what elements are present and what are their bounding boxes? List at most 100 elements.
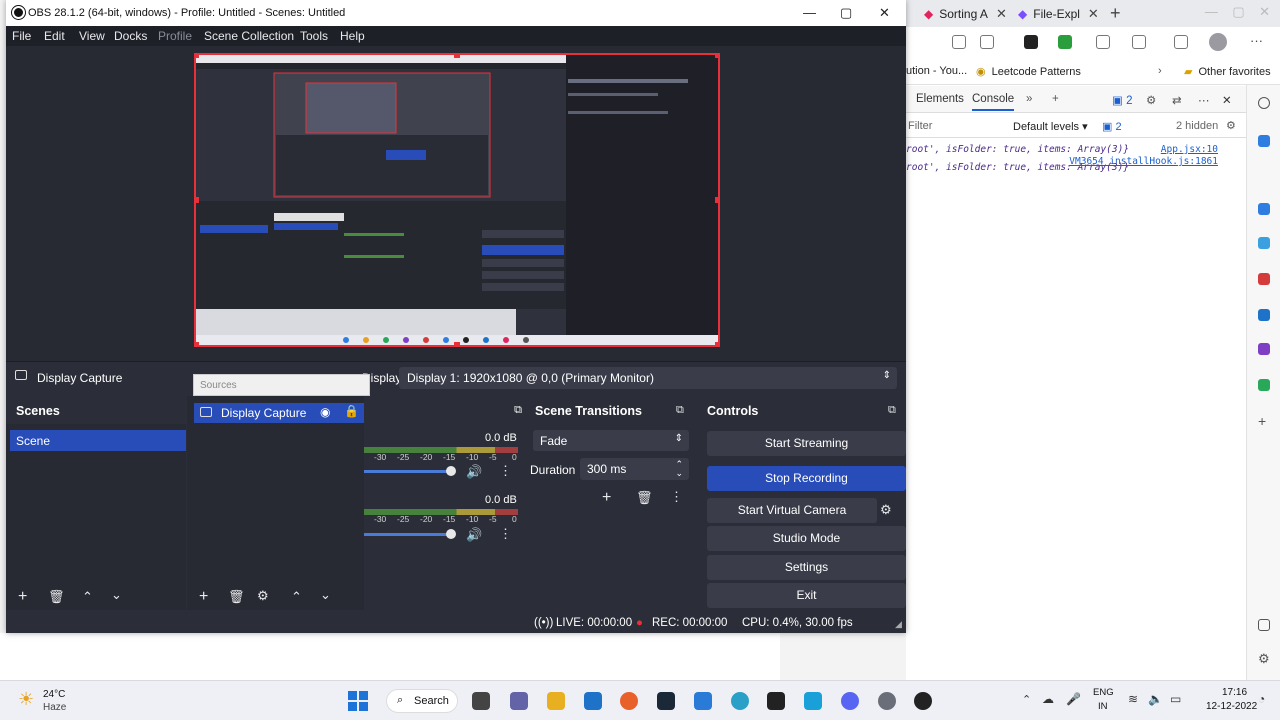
terminal-icon[interactable] bbox=[657, 692, 675, 710]
devtools-tab-console[interactable]: Console bbox=[972, 93, 1015, 111]
menu-docks[interactable]: Docks bbox=[114, 29, 147, 43]
move-up-icon[interactable]: ⌃ bbox=[291, 589, 302, 605]
microphone-icon[interactable]: 🎤 bbox=[1066, 692, 1081, 706]
resize-handle[interactable] bbox=[454, 342, 460, 345]
menu-edit[interactable]: Edit bbox=[44, 29, 65, 43]
spin-arrows-icon[interactable]: ⌃ ⌄ bbox=[675, 460, 683, 478]
stop-recording-button[interactable]: Stop Recording bbox=[707, 466, 906, 491]
log-source-link[interactable]: VM3654 installHook.js:1861 bbox=[1069, 156, 1218, 167]
maximize-icon[interactable]: ▢ bbox=[840, 5, 852, 21]
designer-icon[interactable] bbox=[1258, 343, 1270, 355]
notion-icon[interactable] bbox=[767, 692, 785, 710]
move-down-icon[interactable]: ⌄ bbox=[320, 587, 331, 603]
add-transition-button[interactable]: + bbox=[602, 489, 611, 507]
mixer-menu-icon[interactable]: ⋮ bbox=[499, 463, 512, 479]
bookmark-other-favorites[interactable]: ▰ Other favorites bbox=[1184, 65, 1271, 79]
firefox-icon[interactable] bbox=[620, 692, 638, 710]
outlook-icon[interactable] bbox=[1258, 309, 1270, 321]
close-devtools-icon[interactable]: ✕ bbox=[1222, 93, 1232, 107]
tools-icon[interactable] bbox=[1258, 203, 1270, 215]
read-aloud-icon[interactable] bbox=[952, 35, 966, 49]
exit-button[interactable]: Exit bbox=[707, 583, 906, 608]
battery-icon[interactable]: ▭ bbox=[1170, 692, 1181, 706]
sources-dock-floating-title[interactable]: Sources bbox=[193, 374, 370, 396]
more-options-icon[interactable]: ··· bbox=[1250, 33, 1263, 48]
console-settings-icon[interactable]: ⚙ bbox=[1226, 119, 1236, 132]
new-tab-icon[interactable]: + bbox=[1110, 3, 1121, 24]
speaker-icon[interactable]: 🔊 bbox=[466, 464, 482, 480]
sidebar-settings-icon[interactable]: ⚙ bbox=[1258, 652, 1270, 665]
menu-profile[interactable]: Profile bbox=[158, 29, 192, 43]
bookmark-leetcode-patterns[interactable]: ◉ Leetcode Patterns bbox=[976, 65, 1081, 79]
bookmark-youtube[interactable]: ution - You... bbox=[906, 65, 967, 77]
remote-desktop-icon[interactable] bbox=[804, 692, 822, 710]
resize-grip-icon[interactable]: ◢ bbox=[895, 619, 902, 630]
close-icon[interactable]: ✕ bbox=[1088, 6, 1099, 22]
office-icon[interactable] bbox=[1258, 273, 1270, 285]
language-indicator[interactable]: ENG bbox=[1093, 687, 1114, 698]
favorite-star-icon[interactable] bbox=[980, 35, 994, 49]
source-properties-icon[interactable]: ⚙ bbox=[257, 588, 269, 604]
sidebar-toggle-icon[interactable] bbox=[1258, 619, 1270, 631]
remove-transition-icon[interactable]: 🗑 bbox=[636, 490, 653, 506]
obs-app-icon[interactable] bbox=[914, 692, 932, 710]
more-tabs-icon[interactable]: » bbox=[1026, 93, 1032, 105]
resize-handle[interactable] bbox=[196, 342, 199, 345]
resize-handle[interactable] bbox=[454, 55, 460, 58]
display-select[interactable]: Display 1: 1920x1080 @ 0,0 (Primary Moni… bbox=[399, 367, 897, 389]
clock-time[interactable]: 17:16 bbox=[1222, 687, 1247, 698]
source-item-display-capture[interactable]: Display Capture ◉ 🔒 bbox=[194, 403, 366, 423]
tray-chevron-up-icon[interactable]: ⌃ bbox=[1022, 693, 1031, 706]
teams-chat-icon[interactable] bbox=[510, 692, 528, 710]
connection-icon[interactable]: ⇄ bbox=[1172, 93, 1182, 107]
extension-leetcode-icon[interactable] bbox=[1024, 35, 1038, 49]
issues-badge[interactable]: ▣ 2 bbox=[1112, 93, 1132, 107]
lock-icon[interactable]: 🔒 bbox=[344, 404, 359, 418]
close-icon[interactable]: ✕ bbox=[996, 6, 1007, 22]
add-source-button[interactable]: + bbox=[199, 588, 208, 606]
console-filter-input[interactable]: Filter bbox=[908, 120, 932, 132]
list-item[interactable]: Scene bbox=[10, 430, 186, 451]
start-streaming-button[interactable]: Start Streaming bbox=[707, 431, 906, 456]
preview-canvas[interactable] bbox=[194, 53, 720, 347]
volume-slider-handle[interactable] bbox=[446, 529, 456, 539]
extension-shield-icon[interactable] bbox=[1058, 35, 1072, 49]
resize-handle[interactable] bbox=[196, 55, 199, 58]
menu-view[interactable]: View bbox=[79, 29, 105, 43]
log-source-link[interactable]: App.jsx:10 bbox=[1161, 144, 1218, 155]
more-options-icon[interactable]: ⋯ bbox=[1198, 93, 1210, 107]
resize-handle[interactable] bbox=[196, 197, 199, 203]
move-down-icon[interactable]: ⌄ bbox=[111, 587, 122, 603]
profile-avatar-icon[interactable] bbox=[1209, 33, 1227, 51]
volume-slider-handle[interactable] bbox=[446, 466, 456, 476]
studio-mode-button[interactable]: Studio Mode bbox=[707, 526, 906, 551]
add-icon[interactable]: + bbox=[1258, 414, 1270, 428]
devtools-tab-elements[interactable]: Elements bbox=[916, 93, 964, 105]
devtools-settings-icon[interactable]: ⚙ bbox=[1146, 93, 1156, 107]
mixer-menu-icon[interactable]: ⋮ bbox=[499, 526, 512, 542]
games-icon[interactable] bbox=[1258, 237, 1270, 249]
log-levels-dropdown[interactable]: Default levels ▾ bbox=[1013, 120, 1088, 133]
shopping-icon[interactable] bbox=[1258, 135, 1270, 147]
minimize-icon[interactable]: — bbox=[803, 5, 816, 20]
duration-spinbox[interactable]: 300 ms ⌃ ⌄ bbox=[580, 458, 689, 480]
weather-icon[interactable]: ☀ bbox=[18, 689, 34, 710]
chevron-right-icon[interactable]: › bbox=[1158, 65, 1162, 77]
transition-menu-icon[interactable]: ⋮ bbox=[670, 489, 683, 505]
windows-start-icon[interactable] bbox=[348, 691, 368, 711]
browser-tab-file-explorer[interactable]: ◆ File-Expl ✕ bbox=[1018, 2, 1099, 25]
vscode-icon[interactable] bbox=[694, 692, 712, 710]
notifications-icon[interactable]: ◔ bbox=[1258, 692, 1265, 706]
undock-icon[interactable]: ⧉ bbox=[514, 404, 522, 417]
menu-file[interactable]: File bbox=[12, 29, 31, 43]
search-icon[interactable] bbox=[1258, 97, 1270, 109]
add-scene-button[interactable]: + bbox=[18, 588, 27, 606]
wifi-icon[interactable]: ≋ bbox=[1128, 692, 1138, 706]
browser-tab-sorting[interactable]: ◆ Sorting A ✕ bbox=[924, 2, 1007, 25]
resize-handle[interactable] bbox=[715, 197, 718, 203]
taskbar-search[interactable]: ⌕ Search bbox=[386, 689, 458, 713]
volume-slider[interactable] bbox=[364, 470, 452, 473]
remove-scene-icon[interactable]: 🗑 bbox=[48, 589, 65, 605]
collections-icon[interactable] bbox=[1132, 35, 1146, 49]
close-icon[interactable]: ✕ bbox=[879, 5, 890, 21]
